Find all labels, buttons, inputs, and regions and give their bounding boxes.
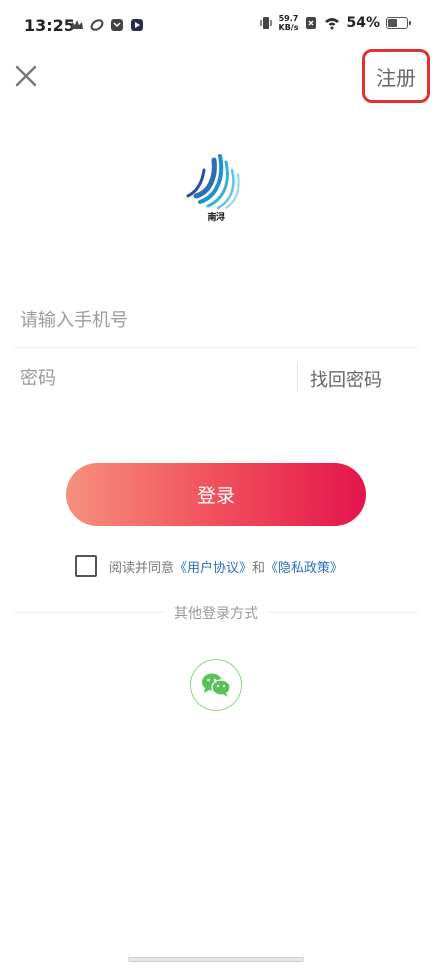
network-speed: 59.7 KB/s <box>279 14 299 32</box>
status-bar: 13:25 59.7 KB/s 54% <box>0 0 432 50</box>
other-login-divider: 其他登录方式 <box>14 602 418 622</box>
battery-level <box>388 19 397 27</box>
phone-divider <box>14 347 418 348</box>
privacy-policy-link[interactable]: 《隐私政策》 <box>265 557 343 576</box>
forgot-password-link[interactable]: 找回密码 <box>310 366 382 392</box>
network-speed-unit: KB/s <box>278 23 299 32</box>
vibrate-icon <box>259 17 272 29</box>
battery-percent: 54% <box>346 15 380 31</box>
status-time: 13:25 <box>24 16 75 35</box>
status-right: 59.7 KB/s 54% <box>259 14 411 32</box>
login-screen: 13:25 59.7 KB/s 54% 注册 南浔 请输入手机号 找回密码 登录… <box>0 0 432 964</box>
agreement-prefix: 阅读并同意 <box>109 560 175 576</box>
battery-icon <box>386 17 411 29</box>
user-agreement-link[interactable]: 《用户协议》 <box>174 557 252 576</box>
wave-logo-icon <box>186 154 240 210</box>
wifi-icon <box>325 18 340 30</box>
close-icon[interactable] <box>12 62 40 90</box>
login-button[interactable]: 登录 <box>66 463 366 526</box>
home-indicator[interactable] <box>128 957 304 962</box>
other-login-label: 其他登录方式 <box>164 606 268 622</box>
logo-caption-text: 南浔 <box>207 213 225 223</box>
agreement-conjunction: 和 <box>252 560 266 576</box>
password-input[interactable] <box>20 358 290 398</box>
agreement-row: 阅读并同意 《用户协议》 和 《隐私政策》 <box>75 555 343 577</box>
password-separator <box>297 363 298 391</box>
no-sim-icon <box>306 17 317 29</box>
notification-icons <box>70 18 144 32</box>
crown-icon <box>71 20 83 29</box>
phone-input[interactable] <box>20 300 412 340</box>
register-button[interactable]: 注册 <box>362 49 430 103</box>
message-app-icon <box>111 19 123 31</box>
wechat-icon <box>202 673 231 697</box>
network-speed-value: 59.7 <box>278 14 299 23</box>
agreement-checkbox[interactable] <box>75 555 97 577</box>
logo-caption: 南浔 <box>174 210 258 223</box>
other-login-label-wrap: 其他登录方式 <box>14 603 418 623</box>
play-app-icon <box>131 19 143 31</box>
app-logo: 南浔 <box>174 152 258 238</box>
swirl-app-icon <box>90 19 104 31</box>
wechat-login-button[interactable] <box>190 659 242 711</box>
